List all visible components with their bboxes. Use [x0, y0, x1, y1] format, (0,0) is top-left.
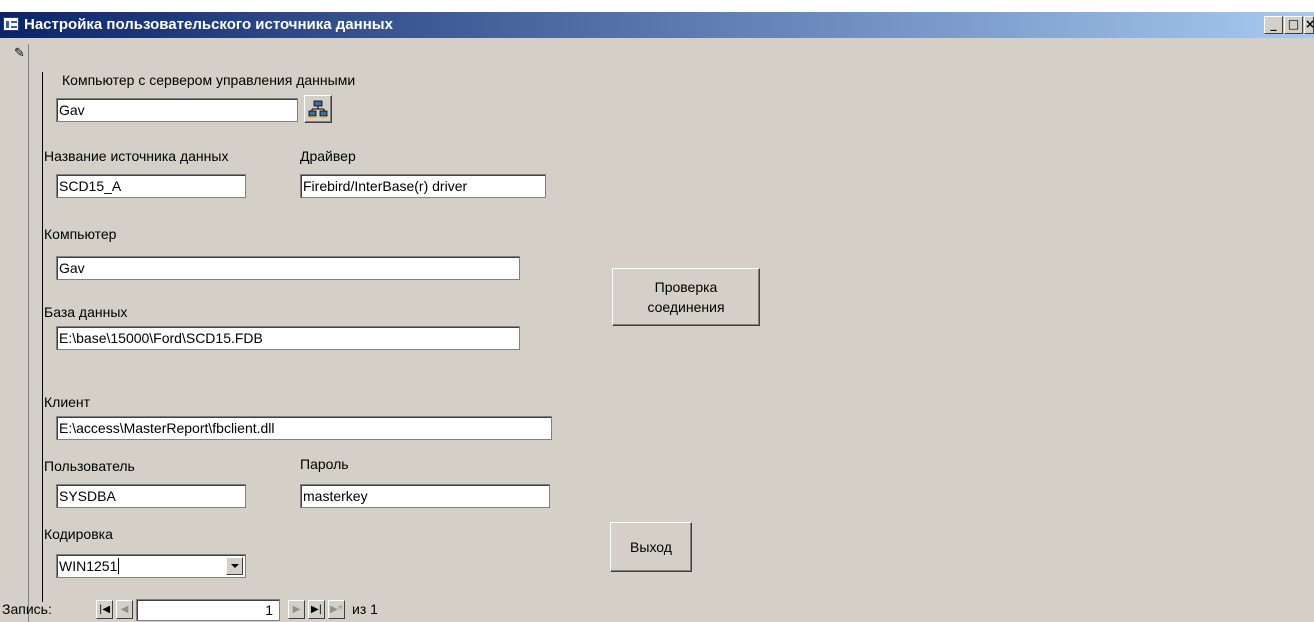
- record-selector[interactable]: ✎: [10, 44, 29, 622]
- password-label: Пароль: [300, 456, 349, 472]
- next-record-button[interactable]: ▶: [288, 600, 305, 619]
- close-button[interactable]: ×: [1304, 16, 1314, 34]
- chevron-down-icon[interactable]: [226, 557, 243, 575]
- current-record-input[interactable]: 1: [136, 599, 280, 621]
- record-nav-label: Запись:: [2, 601, 52, 617]
- exit-button[interactable]: Выход: [610, 522, 692, 572]
- server-computer-label: Компьютер с сервером управления данными: [62, 72, 356, 88]
- server-computer-input[interactable]: Gav: [56, 98, 298, 122]
- maximize-button[interactable]: □: [1284, 16, 1303, 34]
- pencil-icon: ✎: [14, 46, 25, 61]
- record-count: из 1: [352, 601, 378, 617]
- dsn-input[interactable]: SCD15_A: [56, 174, 246, 198]
- client-input[interactable]: E:\access\MasterReport\fbclient.dll: [56, 416, 552, 440]
- password-input[interactable]: masterkey: [300, 484, 550, 508]
- first-record-button[interactable]: |◀: [96, 600, 113, 619]
- minimize-button[interactable]: _: [1264, 16, 1283, 34]
- test-connection-line2: соединения: [647, 299, 725, 315]
- driver-input[interactable]: Firebird/InterBase(r) driver: [300, 174, 546, 198]
- driver-label: Драйвер: [300, 148, 356, 164]
- window-title: Настройка пользовательского источника да…: [24, 16, 393, 33]
- form-icon: [3, 17, 19, 31]
- title-bar: Настройка пользовательского источника да…: [0, 12, 1314, 38]
- network-computers-icon: [308, 100, 328, 118]
- database-label: База данных: [44, 304, 128, 320]
- last-record-button[interactable]: ▶|: [308, 600, 325, 619]
- database-input[interactable]: E:\base\15000\Ford\SCD15.FDB: [56, 326, 520, 350]
- new-record-button[interactable]: ▶*: [328, 600, 345, 619]
- browse-server-button[interactable]: [304, 95, 332, 123]
- computer-label: Компьютер: [44, 226, 117, 242]
- form-detail-border: [42, 72, 43, 602]
- test-connection-line1: Проверка: [654, 279, 718, 295]
- encoding-label: Кодировка: [44, 526, 113, 542]
- prev-record-button[interactable]: ◀: [116, 600, 133, 619]
- computer-input[interactable]: Gav: [56, 256, 520, 280]
- test-connection-button[interactable]: Проверка соединения: [612, 268, 760, 326]
- encoding-select[interactable]: WIN1251: [56, 554, 246, 578]
- user-label: Пользователь: [44, 458, 135, 474]
- dsn-label: Название источника данных: [44, 148, 229, 164]
- encoding-value: WIN1251: [59, 558, 118, 574]
- top-edge: [0, 0, 1314, 12]
- client-label: Клиент: [44, 394, 91, 410]
- user-input[interactable]: SYSDBA: [56, 484, 246, 508]
